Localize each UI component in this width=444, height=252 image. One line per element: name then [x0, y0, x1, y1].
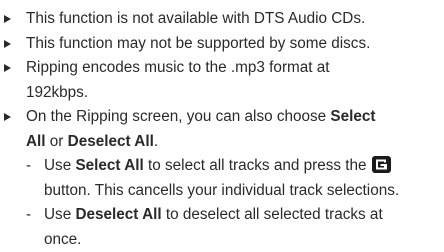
notes-list: This function is not available with DTS … [0, 7, 444, 252]
note-item-mp3: Ripping encodes music to the .mp3 format… [0, 56, 444, 105]
sub-note-line-1: Use Select All to select all tracks and … [44, 154, 444, 179]
deselect-all-term: Deselect All [68, 133, 154, 150]
note-text-line-2: All or Deselect All. [26, 130, 444, 155]
note-text: This function may not be supported by so… [26, 32, 444, 57]
sub-note-line-2: button. This cancells your individual tr… [44, 179, 444, 204]
note-text-plain: On the Ripping screen, you can also choo… [26, 108, 330, 125]
note-item-ripping-screen: On the Ripping screen, you can also choo… [0, 105, 444, 252]
note-text-line-1: On the Ripping screen, you can also choo… [26, 105, 444, 130]
sub-notes-list: - Use Select All to select all tracks an… [26, 154, 444, 252]
sub-note-deselect-all: - Use Deselect All to deselect all selec… [26, 203, 444, 252]
select-all-term: Select [330, 108, 375, 125]
note-text: This function is not available with DTS … [26, 7, 444, 32]
sub-note-plain: Use [44, 206, 75, 223]
select-all-term-cont: All [26, 133, 46, 150]
note-text-plain: or [46, 133, 68, 150]
note-item-discs: This function may not be supported by so… [0, 32, 444, 57]
note-text-plain: . [154, 133, 158, 150]
sub-note-line-2: once. [44, 228, 444, 252]
select-all-term: Select All [75, 157, 143, 174]
bullet-arrow-icon [4, 113, 11, 121]
note-text-line-2: 192kbps. [26, 81, 444, 106]
note-text-line-1: Ripping encodes music to the .mp3 format… [26, 56, 444, 81]
bullet-arrow-icon [4, 40, 11, 48]
sub-dash: - [26, 203, 31, 228]
sub-note-plain: to deselect all selected tracks at [162, 206, 383, 223]
sub-note-plain: to select all tracks and press the [144, 157, 367, 174]
sub-dash: - [26, 154, 31, 179]
sub-note-line-1: Use Deselect All to deselect all selecte… [44, 203, 444, 228]
bullet-arrow-icon [4, 15, 11, 23]
note-item-dts: This function is not available with DTS … [0, 7, 444, 32]
enter-button-icon [372, 156, 391, 173]
sub-note-select-all: - Use Select All to select all tracks an… [26, 154, 444, 203]
bullet-arrow-icon [4, 64, 11, 72]
deselect-all-term: Deselect All [75, 206, 161, 223]
ripping-notes-page: This function is not available with DTS … [0, 0, 444, 243]
sub-note-plain: Use [44, 157, 75, 174]
